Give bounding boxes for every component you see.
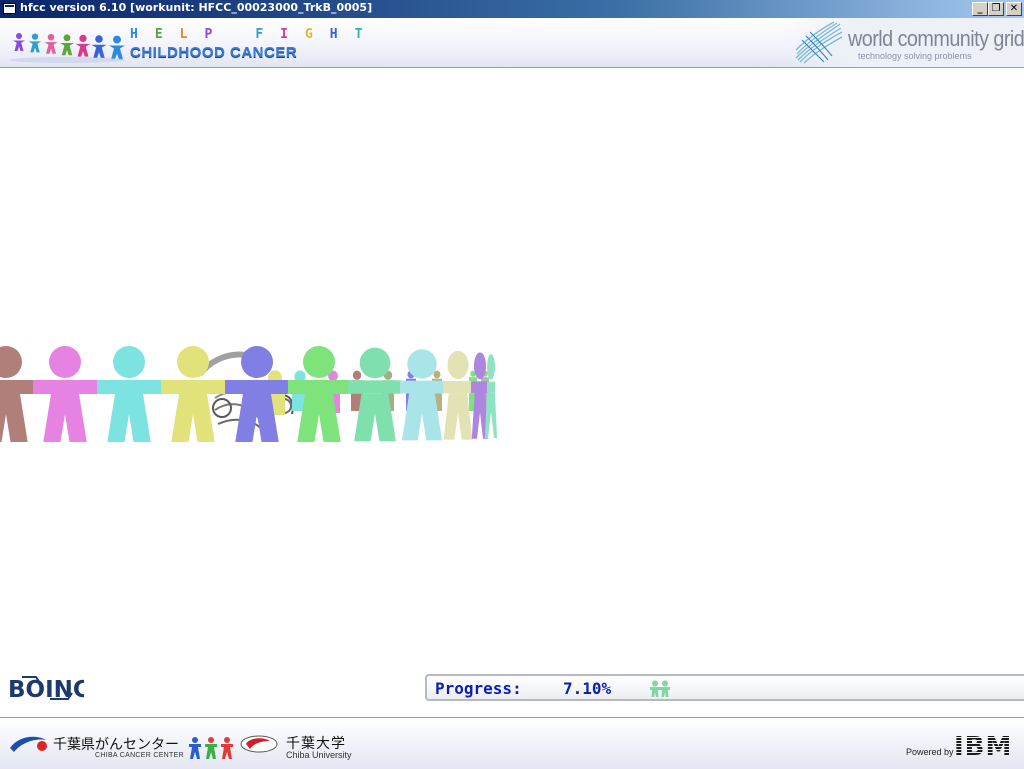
simulation-scene [0, 68, 1024, 668]
header-banner: HELP FIGHT CHILDHOOD CANCER world communi… [0, 18, 1024, 68]
ibm-logo: IBM [954, 732, 1012, 758]
logo-child-icon [60, 34, 74, 56]
logo-child-icon [44, 33, 58, 54]
chiba-cancer-center-en: CHIBA CANCER CENTER [95, 752, 184, 759]
progress-bar: Progress: 7.10% [425, 674, 1024, 701]
svg-text:BOINC: BOINC [8, 677, 84, 703]
chiba-university-mark-icon [240, 735, 278, 753]
restore-button[interactable]: ❐ [988, 2, 1004, 16]
child-figure [288, 346, 350, 442]
child-figure [0, 346, 38, 442]
children-ring-graphic [0, 346, 498, 442]
progress-value: 7.10% [563, 679, 612, 698]
logo-child-icon [13, 33, 25, 51]
footer-banner: 千葉県がんセンター CHIBA CANCER CENTER 千葉大学 Chiba… [0, 717, 1024, 769]
window-title-bar[interactable]: hfcc version 6.10 [workunit: HFCC_000230… [0, 0, 1024, 18]
progress-children-icon [650, 680, 670, 697]
close-button[interactable]: ✕ [1006, 2, 1022, 16]
wcg-tagline: technology solving problems [858, 51, 972, 61]
svg-text:IBM: IBM [954, 732, 1012, 758]
wcg-wave-icon [795, 21, 843, 64]
boinc-logo-icon: BOINC [8, 676, 90, 703]
logo-child-icon [91, 35, 107, 58]
chiba-cancer-center-mark-icon [10, 736, 47, 752]
logo-child-icon [75, 34, 91, 57]
help-fight-wordmark: HELP FIGHT [130, 27, 380, 42]
window-title: hfcc version 6.10 [workunit: HFCC_000230… [20, 1, 373, 14]
child-figure [225, 346, 289, 442]
children-trio-icon [189, 737, 233, 759]
powered-by-label: Powered by [906, 747, 954, 757]
logo-shadow [9, 57, 125, 63]
childhood-cancer-wordmark: CHILDHOOD CANCER [130, 44, 298, 61]
world-community-grid-logo: world community grid. technology solving… [780, 18, 1024, 67]
logo-child-icon [28, 33, 42, 53]
wcg-name: world community grid. [848, 26, 1024, 51]
logo-child-icon [109, 35, 125, 60]
progress-label: Progress: [435, 679, 522, 698]
app-window-icon[interactable] [3, 3, 16, 14]
boinc-logo: BOINC [8, 673, 90, 703]
chiba-cancer-center-jp: 千葉県がんセンター [53, 737, 179, 753]
chiba-university-en: Chiba University [286, 750, 352, 760]
minimize-button[interactable]: _ [972, 2, 988, 16]
child-figure [97, 346, 161, 442]
child-figure [33, 346, 97, 442]
child-figure [443, 350, 473, 440]
